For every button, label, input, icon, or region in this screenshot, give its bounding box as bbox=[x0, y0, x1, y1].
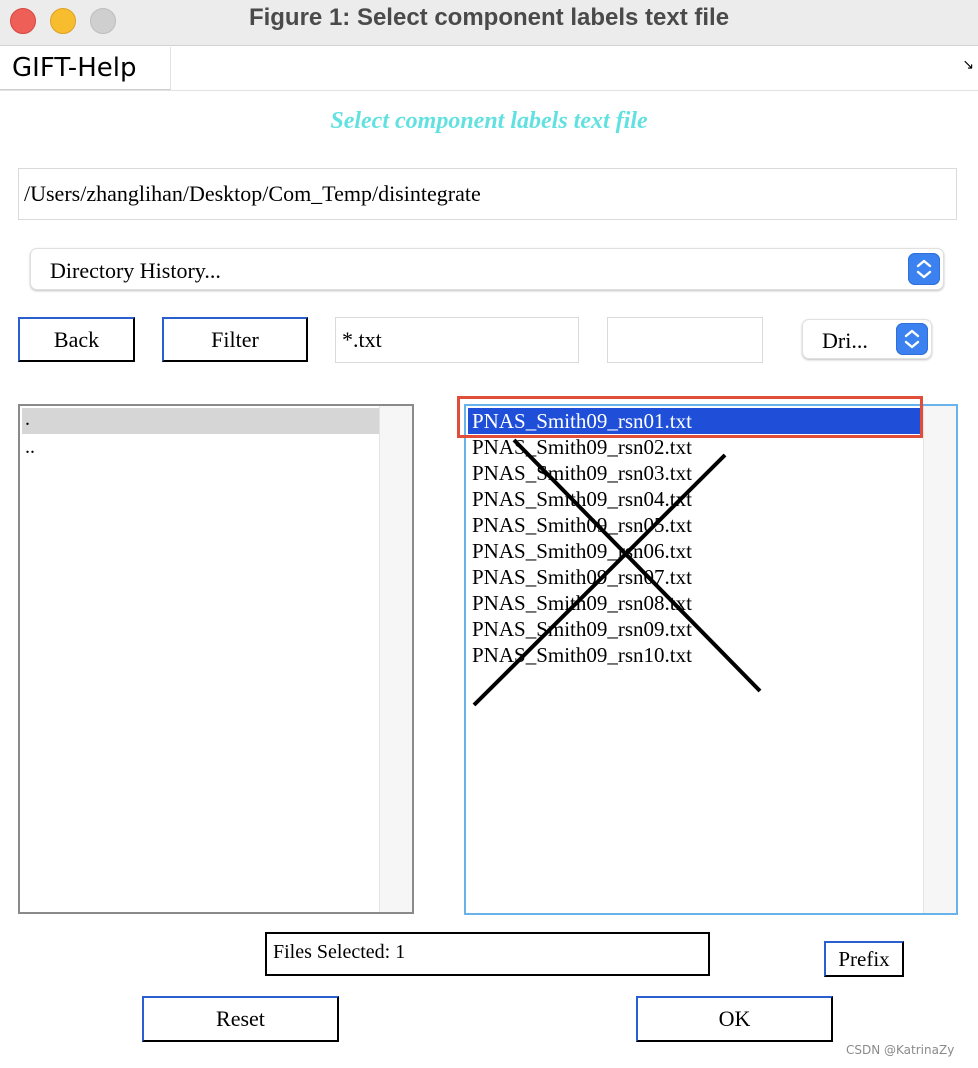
title-bar: Figure 1: Select component labels text f… bbox=[0, 0, 978, 46]
dialog-heading: Select component labels text file bbox=[330, 108, 648, 134]
filter-button[interactable]: Filter bbox=[162, 317, 308, 362]
secondary-filter-input[interactable] bbox=[607, 317, 763, 363]
window-title: Figure 1: Select component labels text f… bbox=[248, 4, 730, 31]
stepper-arrows-icon bbox=[908, 253, 940, 285]
directory-history-label: Directory History... bbox=[50, 258, 221, 283]
stepper-arrows-icon bbox=[896, 323, 928, 355]
directory-list[interactable]: . .. bbox=[18, 404, 414, 914]
prefix-button[interactable]: Prefix bbox=[824, 941, 904, 977]
current-path-field[interactable]: /Users/zhanglihan/Desktop/Com_Temp/disin… bbox=[18, 168, 957, 220]
reset-button[interactable]: Reset bbox=[142, 996, 339, 1042]
filter-input[interactable]: *.txt bbox=[335, 317, 579, 363]
drive-popup[interactable]: Dri... bbox=[802, 319, 932, 359]
undock-arrow-icon[interactable]: ↘ bbox=[962, 57, 974, 73]
files-selected-status: Files Selected: 1 bbox=[265, 932, 710, 976]
directory-list-scrollbar[interactable] bbox=[379, 406, 412, 912]
ok-button[interactable]: OK bbox=[636, 996, 833, 1042]
menu-bar: GIFT-Help ↘ bbox=[0, 47, 978, 91]
watermark: CSDN @KatrinaZy bbox=[846, 1043, 955, 1057]
menu-gift-help-label: GIFT-Help bbox=[12, 53, 137, 83]
directory-item-parent[interactable]: .. bbox=[22, 436, 382, 462]
drive-label: Dri... bbox=[822, 328, 868, 353]
directory-history-popup[interactable]: Directory History... bbox=[30, 248, 944, 290]
menu-gift-help[interactable]: GIFT-Help bbox=[0, 47, 171, 90]
directory-item-current[interactable]: . bbox=[22, 408, 382, 434]
annotation-highlight-box bbox=[457, 396, 923, 438]
back-button[interactable]: Back bbox=[18, 317, 135, 362]
annotation-cross-icon bbox=[472, 438, 762, 707]
file-list-scrollbar[interactable] bbox=[923, 406, 956, 913]
